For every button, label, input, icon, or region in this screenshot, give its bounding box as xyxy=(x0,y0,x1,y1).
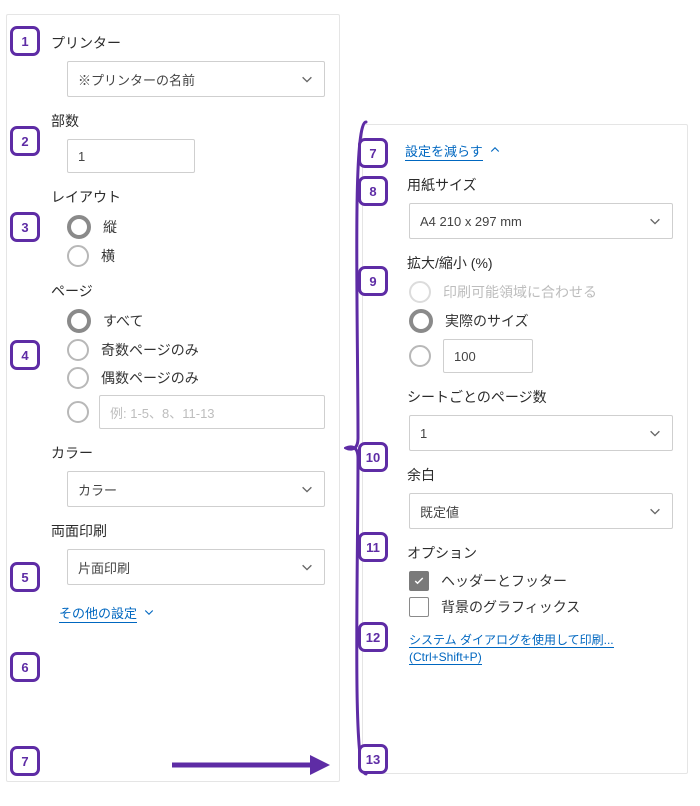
layout-portrait-label: 縦 xyxy=(103,217,117,237)
callout-1: 1 xyxy=(10,26,40,56)
scale-custom-input[interactable]: 100 xyxy=(443,339,533,373)
pages-all-label: すべて xyxy=(103,311,143,331)
color-select[interactable]: カラー xyxy=(67,471,325,507)
scale-fit-radio[interactable] xyxy=(409,281,431,303)
scale-label: 拡大/縮小 (%) xyxy=(407,253,673,273)
pages-all-radio[interactable] xyxy=(67,309,91,333)
callout-6: 6 xyxy=(10,652,40,682)
chevron-down-icon xyxy=(143,606,157,620)
background-label: 背景のグラフィックス xyxy=(441,597,580,617)
scale-fit-label: 印刷可能領域に合わせる xyxy=(443,282,597,302)
callout-7b: 7 xyxy=(358,138,388,168)
scale-custom-radio[interactable] xyxy=(409,345,431,367)
callout-3: 3 xyxy=(10,212,40,242)
pages-even-label: 偶数ページのみ xyxy=(101,368,199,388)
scale-actual-radio[interactable] xyxy=(409,309,433,333)
layout-label: レイアウト xyxy=(51,187,325,207)
headers-label: ヘッダーとフッター xyxy=(441,571,567,591)
ppsheet-value: 1 xyxy=(420,426,427,441)
duplex-value: 片面印刷 xyxy=(78,558,130,577)
paper-label: 用紙サイズ xyxy=(407,175,673,195)
copies-label: 部数 xyxy=(51,111,325,131)
pages-label: ページ xyxy=(51,281,325,301)
duplex-select[interactable]: 片面印刷 xyxy=(67,549,325,585)
paper-select[interactable]: A4 210 x 297 mm xyxy=(409,203,673,239)
paper-value: A4 210 x 297 mm xyxy=(420,214,522,229)
pages-range-radio[interactable] xyxy=(67,401,89,423)
pages-odd-radio[interactable] xyxy=(67,339,89,361)
chevron-down-icon xyxy=(648,214,662,228)
margins-select[interactable]: 既定値 xyxy=(409,493,673,529)
print-basic-panel: プリンター ※プリンターの名前 部数 1 レイアウト 縦 xyxy=(6,14,340,782)
margins-label: 余白 xyxy=(407,465,673,485)
callout-13: 13 xyxy=(358,744,388,774)
ppsheet-label: シートごとのページ数 xyxy=(407,387,673,407)
printer-label: プリンター xyxy=(51,33,325,53)
color-value: カラー xyxy=(78,480,117,499)
chevron-down-icon xyxy=(300,482,314,496)
callout-5: 5 xyxy=(10,562,40,592)
callout-4: 4 xyxy=(10,340,40,370)
background-checkbox[interactable] xyxy=(409,597,429,617)
chevron-down-icon xyxy=(648,426,662,440)
callout-9: 9 xyxy=(358,266,388,296)
callout-7a: 7 xyxy=(10,746,40,776)
pages-even-radio[interactable] xyxy=(67,367,89,389)
layout-landscape-label: 横 xyxy=(101,246,115,266)
layout-portrait-radio[interactable] xyxy=(67,215,91,239)
print-advanced-panel: 設定を減らす 用紙サイズ A4 210 x 297 mm 拡大/縮小 (%) 印… xyxy=(362,124,688,774)
pages-odd-label: 奇数ページのみ xyxy=(101,340,199,360)
callout-11: 11 xyxy=(358,532,388,562)
callout-2: 2 xyxy=(10,126,40,156)
headers-checkbox[interactable] xyxy=(409,571,429,591)
scale-actual-label: 実際のサイズ xyxy=(445,311,529,331)
callout-10: 10 xyxy=(358,442,388,472)
pages-range-input[interactable]: 例: 1-5、8、11-13 xyxy=(99,395,325,429)
callout-8: 8 xyxy=(358,176,388,206)
chevron-down-icon xyxy=(300,72,314,86)
ppsheet-select[interactable]: 1 xyxy=(409,415,673,451)
duplex-label: 両面印刷 xyxy=(51,521,325,541)
printer-select[interactable]: ※プリンターの名前 xyxy=(67,61,325,97)
callout-12: 12 xyxy=(358,622,388,652)
chevron-down-icon xyxy=(648,504,662,518)
color-label: カラー xyxy=(51,443,325,463)
chevron-up-icon xyxy=(489,144,503,158)
less-settings-link[interactable]: 設定を減らす xyxy=(405,141,483,161)
chevron-down-icon xyxy=(300,560,314,574)
printer-value: ※プリンターの名前 xyxy=(78,70,195,89)
system-dialog-link[interactable]: システム ダイアログを使用して印刷... (Ctrl+Shift+P) xyxy=(409,633,614,665)
margins-value: 既定値 xyxy=(420,502,459,521)
more-settings-link[interactable]: その他の設定 xyxy=(59,603,137,623)
copies-input[interactable]: 1 xyxy=(67,139,195,173)
layout-landscape-radio[interactable] xyxy=(67,245,89,267)
options-label: オプション xyxy=(407,543,673,563)
